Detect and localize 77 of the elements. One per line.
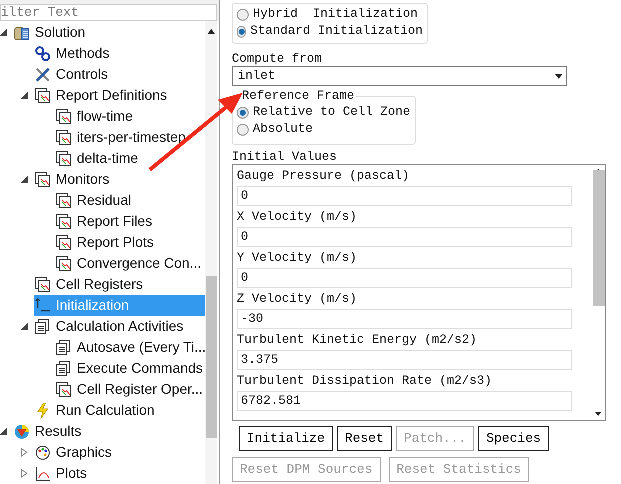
tree-item[interactable]: Results	[13, 421, 205, 442]
field-label: X Velocity (m/s)	[237, 209, 358, 226]
tree-item[interactable]: Controls	[34, 64, 205, 85]
scroll-down-icon[interactable]	[595, 412, 602, 416]
tree-item[interactable]: Run Calculation	[34, 400, 205, 421]
radio-option[interactable]: Relative to Cell Zone	[237, 104, 411, 121]
expand-icon[interactable]	[21, 448, 28, 457]
value-field[interactable]: 0	[237, 268, 572, 288]
radio-option[interactable]: Hybrid Initialization	[237, 6, 423, 23]
radio-option[interactable]: Standard Initialization	[237, 23, 423, 40]
tree-item[interactable]: Report Files	[55, 211, 205, 232]
document-icon	[56, 360, 72, 376]
tree-item[interactable]: Residual	[55, 190, 205, 211]
compute-from-dropdown[interactable]: inlet	[232, 66, 567, 86]
init-icon	[35, 298, 51, 314]
tools-icon	[35, 66, 51, 82]
report-icon	[56, 130, 72, 146]
tree-item[interactable]: delta-time	[55, 148, 205, 169]
tree-item[interactable]: flow-time	[55, 106, 205, 127]
report-icon	[35, 172, 51, 188]
radio-option[interactable]: Absolute	[237, 121, 411, 138]
tree-item[interactable]: Report Definitions	[34, 85, 205, 106]
value-field[interactable]: 0	[237, 186, 572, 206]
filter-field[interactable]: ilter Text	[0, 4, 217, 21]
tree-item[interactable]: Cell Registers	[34, 274, 205, 295]
scroll-up-icon[interactable]	[208, 29, 214, 34]
tree-item[interactable]: Plots	[34, 463, 205, 484]
value-field[interactable]: -30	[237, 309, 572, 329]
action-button[interactable]: Reset	[337, 426, 392, 451]
report-icon	[56, 234, 72, 250]
collapse-icon[interactable]	[21, 92, 28, 99]
sphere-icon	[14, 424, 30, 440]
action-button[interactable]: Initialize	[239, 426, 334, 451]
section-label: Initial Values	[232, 150, 338, 164]
tree-item[interactable]: Autosave (Every Ti...	[55, 337, 206, 358]
tree-item[interactable]: Calculation Activities	[34, 316, 205, 337]
field-label: Compute from	[232, 51, 324, 65]
dropdown-caret-icon	[555, 74, 563, 78]
field-label: Turbulent Dissipation Rate (m2/s3)	[237, 373, 494, 390]
collapse-icon[interactable]	[0, 29, 7, 36]
tree-item[interactable]: Monitors	[34, 169, 205, 190]
field-label: Z Velocity (m/s)	[237, 291, 358, 308]
tree-item[interactable]: Solution	[13, 22, 205, 43]
scrollbar[interactable]	[205, 21, 217, 484]
report-icon	[35, 276, 51, 292]
collapse-icon[interactable]	[21, 176, 28, 183]
plot-icon	[35, 466, 51, 482]
field-label: Y Velocity (m/s)	[237, 250, 358, 267]
tree-item[interactable]: Convergence Con...	[55, 253, 205, 274]
report-icon	[56, 256, 72, 272]
database-icon	[14, 24, 30, 40]
tree-item[interactable]: Methods	[34, 43, 205, 64]
tree-item[interactable]: Graphics	[34, 442, 205, 463]
tree-item[interactable]: Report Plots	[55, 232, 205, 253]
collapse-icon[interactable]	[21, 323, 28, 330]
report-icon	[56, 192, 72, 208]
report-icon	[56, 214, 72, 230]
action-button[interactable]: Species	[478, 426, 550, 451]
report-icon	[56, 108, 72, 124]
lightning-icon	[35, 402, 51, 418]
value-field[interactable]: 6782.581	[237, 391, 572, 411]
tree-item[interactable]: iters-per-timestep	[55, 127, 205, 148]
tree-item[interactable]: Execute Commands	[55, 358, 205, 379]
tree-item[interactable]: Cell Register Oper...	[55, 379, 205, 400]
report-icon	[56, 382, 72, 398]
report-icon	[56, 150, 72, 166]
field-label: Gauge Pressure (pascal)	[237, 168, 411, 185]
value-field[interactable]: 3.375	[237, 350, 572, 370]
report-icon	[35, 88, 51, 104]
field-label: Turbulent Kinetic Energy (m2/s2)	[237, 332, 478, 349]
value-field[interactable]: 0	[237, 227, 572, 247]
palette-icon	[35, 444, 51, 460]
gears-icon	[35, 46, 51, 62]
collapse-icon[interactable]	[0, 428, 7, 435]
document-icon	[35, 318, 51, 334]
expand-icon[interactable]	[21, 469, 28, 478]
document-icon	[56, 340, 72, 356]
